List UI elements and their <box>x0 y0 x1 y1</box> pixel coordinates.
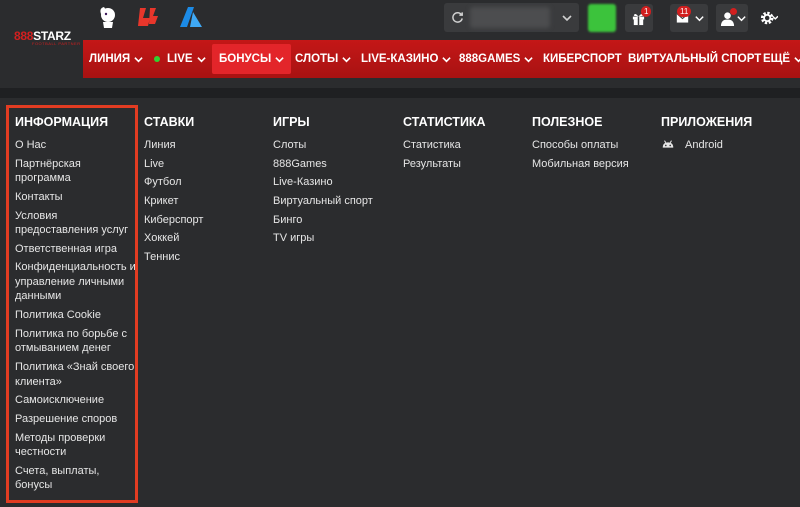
nav-item-live[interactable]: LIVE <box>154 40 206 78</box>
menu-column-bets: СТАВКИ Линия Live Футбол Крикет Киберспо… <box>144 98 264 269</box>
chevron-down-icon <box>562 15 572 22</box>
menu-link[interactable]: Live <box>144 157 264 172</box>
menu-column-games: ИГРЫ Слоты 888Games Live-Казино Виртуаль… <box>273 98 393 250</box>
menu-column-useful: ПОЛЕЗНОЕ Способы оплаты Мобильная версия <box>532 98 654 175</box>
menu-link[interactable]: Мобильная версия <box>532 157 654 172</box>
live-indicator-dot <box>154 56 160 62</box>
nav-item-label: БОНУСЫ <box>219 53 272 65</box>
nav-item-virtual-sports[interactable]: ВИРТУАЛЬНЫЙ СПОРТ <box>628 40 761 78</box>
chevron-down-icon <box>524 56 534 62</box>
chevron-down-icon <box>134 56 143 62</box>
chevron-down-icon <box>695 16 704 22</box>
menu-link[interactable]: Хоккей <box>144 231 264 246</box>
mail-badge: 11 <box>677 6 692 17</box>
logo-tagline: FOOTBALL PARTNER <box>32 41 81 46</box>
nav-item-label: ЕЩЁ <box>763 53 791 65</box>
logo-prefix: 888 <box>14 29 34 43</box>
menu-link[interactable]: Виртуальный спорт <box>273 194 393 209</box>
refresh-icon[interactable] <box>450 10 465 25</box>
menu-column-statistics: СТАТИСТИКА Статистика Результаты <box>403 98 523 175</box>
android-app-link[interactable]: Android <box>661 138 791 153</box>
nav-item-slots[interactable]: СЛОТЫ <box>295 40 352 78</box>
gift-button[interactable]: 1 <box>625 4 653 32</box>
messages-button[interactable]: 11 <box>670 4 708 32</box>
menu-link[interactable]: TV игры <box>273 231 393 246</box>
menu-link[interactable]: Слоты <box>273 138 393 153</box>
nav-item-line[interactable]: ЛИНИЯ <box>89 40 143 78</box>
column-title: ПРИЛОЖЕНИЯ <box>661 115 753 129</box>
menu-link[interactable]: Линия <box>144 138 264 153</box>
nav-item-label: LIVE-КАЗИНО <box>361 53 439 65</box>
menu-link[interactable]: Футбол <box>144 175 264 190</box>
laliga-logo-icon[interactable] <box>136 4 162 30</box>
gift-badge: 1 <box>641 6 652 17</box>
nav-item-label: ВИРТУАЛЬНЫЙ СПОРТ <box>628 53 762 65</box>
nav-item-label: LIVE <box>167 53 193 65</box>
top-bar: 888STARZ FOOTBALL PARTNER 1 11 <box>0 0 800 46</box>
menu-link[interactable]: Результаты <box>403 157 523 172</box>
highlight-frame <box>6 105 138 503</box>
menu-link[interactable]: Статистика <box>403 138 523 153</box>
premier-league-logo-icon[interactable] <box>95 4 121 30</box>
nav-item-more[interactable]: ЕЩЁ <box>763 40 800 78</box>
chevron-down-icon <box>275 56 284 62</box>
android-icon <box>662 140 674 148</box>
menu-link[interactable]: Киберспорт <box>144 213 264 228</box>
nav-item-label: 888GAMES <box>459 53 521 65</box>
nav-item-label: КИБЕРСПОРТ <box>543 53 622 65</box>
chevron-down-icon <box>196 56 206 62</box>
nav-item-label: СЛОТЫ <box>295 53 339 65</box>
nav-item-bonuses[interactable]: БОНУСЫ <box>212 44 292 74</box>
main-nav: ЛИНИЯ LIVE БОНУСЫ СЛОТЫ LIVE-КАЗИНО 888G… <box>83 40 800 78</box>
chevron-down-icon <box>794 56 800 62</box>
chevron-down-icon <box>737 16 746 22</box>
nav-item-live-casino[interactable]: LIVE-КАЗИНО <box>361 40 452 78</box>
menu-column-apps: ПРИЛОЖЕНИЯ Android <box>661 98 791 157</box>
azure-logo-icon[interactable] <box>178 4 204 30</box>
deposit-button[interactable] <box>588 4 616 32</box>
nav-item-label: ЛИНИЯ <box>89 53 131 65</box>
gear-icon[interactable] <box>760 9 778 27</box>
column-title: ПОЛЕЗНОЕ <box>532 115 603 129</box>
balance-value-blurred <box>470 7 550 28</box>
menu-link[interactable]: 888Games <box>273 157 393 172</box>
nav-item-888games[interactable]: 888GAMES <box>459 40 534 78</box>
chevron-down-icon <box>342 56 352 62</box>
menu-link[interactable]: Способы оплаты <box>532 138 654 153</box>
column-title: СТАВКИ <box>144 115 195 129</box>
menu-link-label: Android <box>685 139 723 151</box>
menu-link[interactable]: Бинго <box>273 213 393 228</box>
chevron-down-icon <box>442 56 452 62</box>
menu-link[interactable]: Теннис <box>144 250 264 265</box>
column-title: ИГРЫ <box>273 115 310 129</box>
column-title: СТАТИСТИКА <box>403 115 486 129</box>
nav-item-esports[interactable]: КИБЕРСПОРТ <box>543 40 622 78</box>
menu-link[interactable]: Live-Казино <box>273 175 393 190</box>
balance-selector[interactable] <box>444 3 579 32</box>
account-button[interactable] <box>716 4 748 32</box>
menu-link[interactable]: Крикет <box>144 194 264 209</box>
nav-separator <box>0 88 800 98</box>
